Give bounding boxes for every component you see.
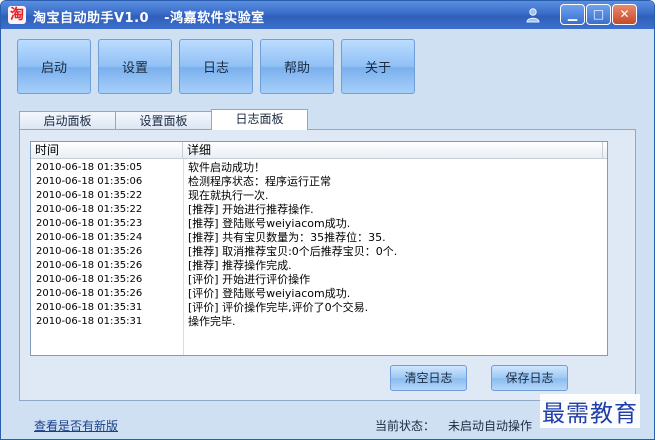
tab-start-panel[interactable]: 启动面板 (19, 111, 116, 130)
save-log-button[interactable]: 保存日志 (491, 365, 568, 391)
row-detail: 软件启动成功！ (188, 161, 265, 174)
row-detail: 现在就执行一次. (188, 189, 269, 202)
app-icon: 淘 (8, 6, 26, 24)
person-icon (526, 8, 540, 23)
row-detail: [评价] 评价操作完毕,评价了0个交易. (188, 301, 369, 314)
column-header-time[interactable]: 时间 (31, 142, 183, 159)
log-table-header: 时间 详细 (31, 142, 607, 159)
table-row[interactable]: 2010-06-18 01:35:26 [推荐] 取消推荐宝贝:0个后推荐宝贝：0… (31, 245, 607, 259)
settings-button[interactable]: 设置 (98, 39, 172, 94)
close-button[interactable]: ✕ (612, 4, 637, 25)
row-time: 2010-06-18 01:35:26 (36, 246, 143, 257)
check-update-link[interactable]: 查看是否有新版 (34, 417, 118, 434)
row-time: 2010-06-18 01:35:23 (36, 218, 143, 229)
log-button[interactable]: 日志 (179, 39, 253, 94)
tab-log-panel[interactable]: 日志面板 (211, 109, 308, 130)
table-row[interactable]: 2010-06-18 01:35:22 [推荐] 开始进行推荐操作. (31, 203, 607, 217)
watermark-text: 最需教育 (540, 394, 640, 428)
title-bar[interactable]: 淘 淘宝自动助手V1.0 -鸿嘉软件实验室 ▁ □ ✕ (1, 1, 654, 29)
table-row[interactable]: 2010-06-18 01:35:31 [评价] 评价操作完毕,评价了0个交易. (31, 301, 607, 315)
row-detail: [推荐] 开始进行推荐操作. (188, 203, 314, 216)
row-time: 2010-06-18 01:35:26 (36, 260, 143, 271)
row-time: 2010-06-18 01:35:22 (36, 190, 143, 201)
row-detail: [推荐] 推荐操作完成. (188, 259, 292, 272)
table-row[interactable]: 2010-06-18 01:35:06 检测程序状态：程序运行正常 (31, 175, 607, 189)
row-time: 2010-06-18 01:35:26 (36, 288, 143, 299)
table-row[interactable]: 2010-06-18 01:35:31 操作完毕. (31, 315, 607, 329)
start-button[interactable]: 启动 (17, 39, 91, 94)
row-detail: [评价] 登陆账号weiyiacom成功. (188, 287, 351, 300)
help-button[interactable]: 帮助 (260, 39, 334, 94)
table-row[interactable]: 2010-06-18 01:35:23 [推荐] 登陆账号weiyiacom成功. (31, 217, 607, 231)
log-rows: 2010-06-18 01:35:05 软件启动成功！ 2010-06-18 01… (31, 161, 607, 329)
main-window: 淘 淘宝自动助手V1.0 -鸿嘉软件实验室 ▁ □ ✕ 启动 设置 日志 帮助 … (0, 0, 655, 440)
status-value: 未启动自动操作 (448, 419, 533, 433)
row-detail: [推荐] 取消推荐宝贝:0个后推荐宝贝：0个. (188, 245, 398, 258)
row-detail: [推荐] 共有宝贝数量为：35推荐位：35. (188, 231, 386, 244)
about-button[interactable]: 关于 (341, 39, 415, 94)
table-row[interactable]: 2010-06-18 01:35:26 [评价] 登陆账号weiyiacom成功. (31, 287, 607, 301)
row-detail: [推荐] 登陆账号weiyiacom成功. (188, 217, 351, 230)
row-detail: [评价] 开始进行评价操作 (188, 273, 311, 286)
table-row[interactable]: 2010-06-18 01:35:22 现在就执行一次. (31, 189, 607, 203)
row-time: 2010-06-18 01:35:06 (36, 176, 143, 187)
log-table[interactable]: 时间 详细 2010-06-18 01:35:05 软件启动成功！ 2010-06… (30, 141, 608, 356)
column-header-detail[interactable]: 详细 (183, 142, 603, 159)
clear-log-button[interactable]: 清空日志 (390, 365, 467, 391)
table-row[interactable]: 2010-06-18 01:35:24 [推荐] 共有宝贝数量为：35推荐位：35… (31, 231, 607, 245)
table-row[interactable]: 2010-06-18 01:35:26 [评价] 开始进行评价操作 (31, 273, 607, 287)
table-row[interactable]: 2010-06-18 01:35:26 [推荐] 推荐操作完成. (31, 259, 607, 273)
status-label: 当前状态： (375, 419, 436, 433)
row-time: 2010-06-18 01:35:05 (36, 162, 143, 173)
row-time: 2010-06-18 01:35:26 (36, 274, 143, 285)
tab-settings-panel[interactable]: 设置面板 (115, 111, 212, 130)
window-title: 淘宝自动助手V1.0 -鸿嘉软件实验室 (33, 11, 265, 26)
row-detail: 检测程序状态：程序运行正常 (188, 175, 331, 188)
row-detail: 操作完毕. (188, 315, 236, 328)
row-time: 2010-06-18 01:35:31 (36, 302, 143, 313)
row-time: 2010-06-18 01:35:24 (36, 232, 143, 243)
row-time: 2010-06-18 01:35:31 (36, 316, 143, 327)
table-row[interactable]: 2010-06-18 01:35:05 软件启动成功！ (31, 161, 607, 175)
minimize-button[interactable]: ▁ (560, 4, 585, 25)
row-time: 2010-06-18 01:35:22 (36, 204, 143, 215)
maximize-button[interactable]: □ (586, 4, 611, 25)
